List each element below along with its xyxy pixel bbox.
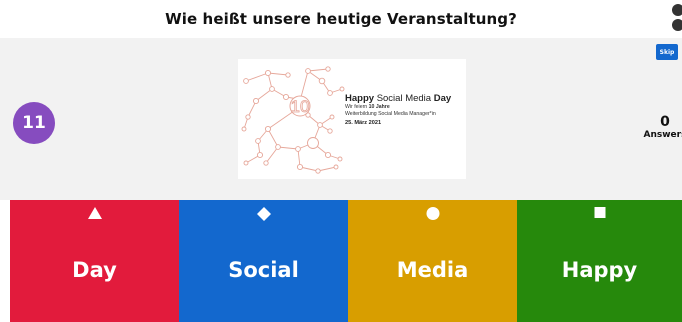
diamond-icon (256, 207, 271, 221)
answer-options: Day Social Media Happy (10, 200, 682, 322)
answer-label: Social (228, 258, 299, 282)
timer-badge: 11 (13, 102, 55, 144)
answer-option-media[interactable]: Media (348, 200, 517, 322)
square-icon (594, 207, 605, 218)
event-date: 25. März 2021 (345, 120, 382, 126)
event-title: Happy Social Media Day (345, 93, 452, 104)
question-header: Wie heißt unsere heutige Veranstaltung? (0, 0, 682, 38)
answers-label: Answers (643, 130, 682, 140)
event-line-2: Weiterbildung Social Media Manager*in (345, 111, 436, 117)
question-image: 10 Happy Social Media Day Wir feiern 10 … (238, 59, 466, 179)
answer-label: Day (72, 258, 117, 282)
answer-label: Media (396, 258, 469, 282)
answers-counter: 0 Answers (642, 114, 682, 141)
answer-option-happy[interactable]: Happy (517, 200, 682, 322)
answer-label: Happy (561, 258, 638, 282)
menu-icon[interactable] (672, 4, 682, 34)
answer-option-day[interactable]: Day (10, 200, 179, 322)
question-stage: 11 10 Happy Social Media Day Wir feiern … (0, 38, 682, 200)
event-line-1: Wir feiern 10 Jahre (345, 104, 390, 110)
question-title: Wie heißt unsere heutige Veranstaltung? (165, 10, 517, 28)
answer-option-social[interactable]: Social (179, 200, 348, 322)
circle-icon (426, 207, 439, 220)
answers-count: 0 (660, 114, 670, 130)
logo-number: 10 (291, 97, 310, 116)
event-text: Happy Social Media Day Wir feiern 10 Jah… (345, 93, 463, 127)
skip-button[interactable]: Skip (656, 44, 678, 60)
triangle-icon (87, 207, 102, 219)
